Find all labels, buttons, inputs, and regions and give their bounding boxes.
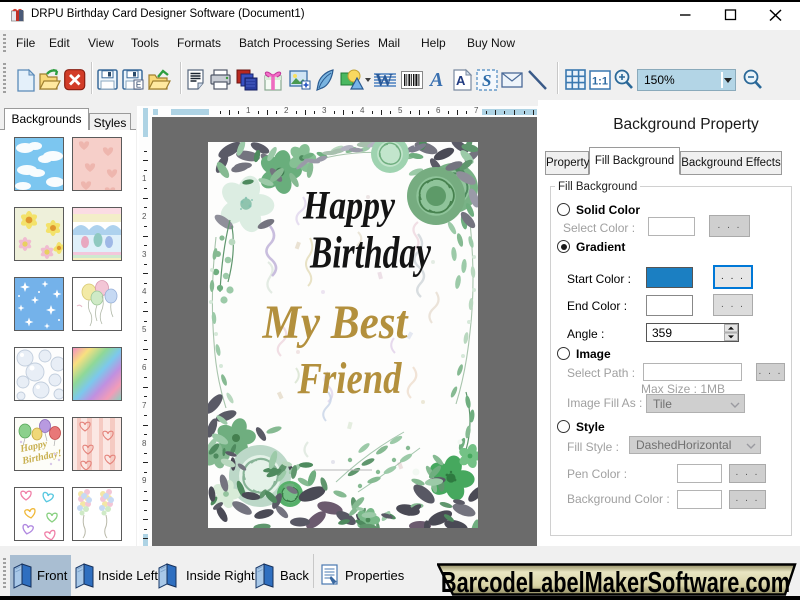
svg-text:Happy: Happy xyxy=(302,183,395,228)
svg-text:1:1: 1:1 xyxy=(592,76,608,88)
svg-text:Friend: Friend xyxy=(297,354,403,403)
svg-text:Birthday: Birthday xyxy=(309,227,431,278)
svg-text:My Best: My Best xyxy=(262,296,409,349)
svg-text:E: E xyxy=(136,81,141,90)
svg-text:W: W xyxy=(375,70,393,90)
svg-text:S: S xyxy=(482,71,491,90)
svg-text:A: A xyxy=(456,73,466,88)
svg-text:BarcodeLabelMakerSoftware.com: BarcodeLabelMakerSoftware.com xyxy=(441,567,790,597)
svg-text:A: A xyxy=(428,69,443,91)
